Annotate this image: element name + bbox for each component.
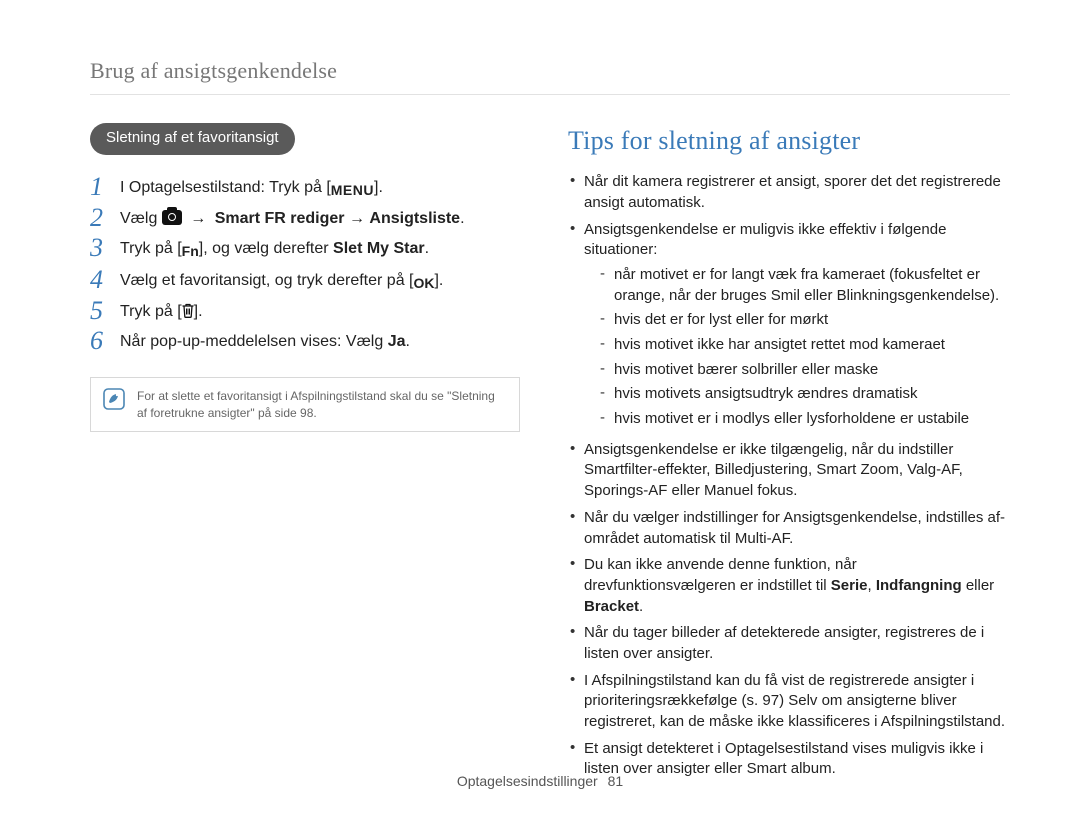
step-text: . [425, 240, 429, 257]
right-column: Tips for sletning af ansigter Når dit ka… [568, 123, 1010, 783]
note-text: For at slette et favoritansigt i Afspiln… [137, 388, 507, 421]
step-bold: Ja [388, 333, 406, 350]
tip-item: Ansigtsgenkendelse er muligvis ikke effe… [568, 217, 1010, 437]
fn-icon: Fn [182, 242, 199, 261]
step-1: I Optagelsestilstand: Tryk på [MENU]. [90, 173, 520, 204]
arrow-icon: → [186, 210, 211, 227]
tip-text: eller [962, 577, 995, 594]
camera-icon [162, 210, 182, 225]
step-text: ], og vælg derefter [199, 240, 333, 257]
section-pill: Sletning af et favoritansigt [90, 123, 295, 155]
footer-label: Optagelsesindstillinger [457, 773, 598, 789]
step-text: Tryk på [ [120, 303, 182, 320]
tip-bold: Indfangning [876, 577, 962, 594]
step-5: Tryk på []. [90, 297, 520, 327]
tip-bold: Bracket [584, 598, 639, 615]
tip-item: I Afspilningstilstand kan du få vist de … [568, 668, 1010, 736]
tips-list: Når dit kamera registrerer et ansigt, sp… [568, 169, 1010, 783]
page: Brug af ansigtsgenkendelse Sletning af e… [0, 0, 1080, 815]
tip-text: Ansigtsgenkendelse er muligvis ikke effe… [584, 221, 946, 259]
step-text: ]. [194, 303, 203, 320]
note-icon [103, 388, 125, 410]
tip-item: Ansigtsgenkendelse er ikke tilgængelig, … [568, 437, 1010, 505]
breadcrumb: Brug af ansigtsgenkendelse [90, 56, 1010, 95]
step-6: Når pop-up-meddelelsen vises: Vælg Ja. [90, 327, 520, 357]
step-bold: Slet My Star [333, 240, 425, 257]
step-2: Vælg → Smart FR rediger → Ansigtsliste. [90, 204, 520, 234]
page-footer: Optagelsesindstillinger 81 [0, 772, 1080, 791]
tip-item: Når du tager billeder af detekterede ans… [568, 620, 1010, 667]
note-box: For at slette et favoritansigt i Afspiln… [90, 377, 520, 432]
tip-subitem: hvis motivets ansigtsudtryk ændres drama… [600, 382, 1010, 407]
tip-bold: Serie [831, 577, 868, 594]
tip-item: Når dit kamera registrerer et ansigt, sp… [568, 169, 1010, 216]
tip-text: , [868, 577, 876, 594]
page-number: 81 [608, 773, 624, 789]
step-text: . [405, 333, 409, 350]
step-text: Når pop-up-meddelelsen vises: Vælg [120, 333, 388, 350]
step-4: Vælg et favoritansigt, og tryk derefter … [90, 266, 520, 297]
tip-text: Du kan ikke anvende denne funktion, når … [584, 556, 857, 594]
steps-list: I Optagelsestilstand: Tryk på [MENU]. Væ… [90, 173, 520, 357]
step-text: ]. [374, 179, 383, 196]
step-text: Vælg et favoritansigt, og tryk derefter … [120, 272, 413, 289]
tip-text: . [639, 598, 643, 615]
step-text: → [345, 210, 370, 227]
tips-heading: Tips for sletning af ansigter [568, 123, 1010, 159]
step-text: Tryk på [ [120, 240, 182, 257]
step-text: I Optagelsestilstand: Tryk på [ [120, 179, 331, 196]
menu-icon: MENU [331, 181, 374, 200]
tip-subitem: når motivet er for langt væk fra kamerae… [600, 263, 1010, 308]
left-column: Sletning af et favoritansigt I Optagelse… [90, 123, 520, 783]
tip-subitem: hvis motivet er i modlys eller lysforhol… [600, 407, 1010, 432]
step-text: Vælg [120, 210, 162, 227]
step-3: Tryk på [Fn], og vælg derefter Slet My S… [90, 234, 520, 265]
trash-icon [182, 303, 194, 318]
ok-icon: OK [413, 274, 434, 293]
tip-subitem: hvis motivet bærer solbriller eller mask… [600, 358, 1010, 383]
tip-subitem: hvis det er for lyst eller for mørkt [600, 308, 1010, 333]
tip-item: Du kan ikke anvende denne funktion, når … [568, 552, 1010, 620]
tip-subitem: hvis motivet ikke har ansigtet rettet mo… [600, 333, 1010, 358]
step-bold: Ansigtsliste [369, 210, 460, 227]
tips-sublist: når motivet er for langt væk fra kamerae… [600, 263, 1010, 432]
step-text: ]. [434, 272, 443, 289]
step-text: . [460, 210, 464, 227]
step-bold: Smart FR rediger [215, 210, 345, 227]
tip-item: Når du vælger indstillinger for Ansigtsg… [568, 505, 1010, 552]
two-column-layout: Sletning af et favoritansigt I Optagelse… [90, 123, 1010, 783]
